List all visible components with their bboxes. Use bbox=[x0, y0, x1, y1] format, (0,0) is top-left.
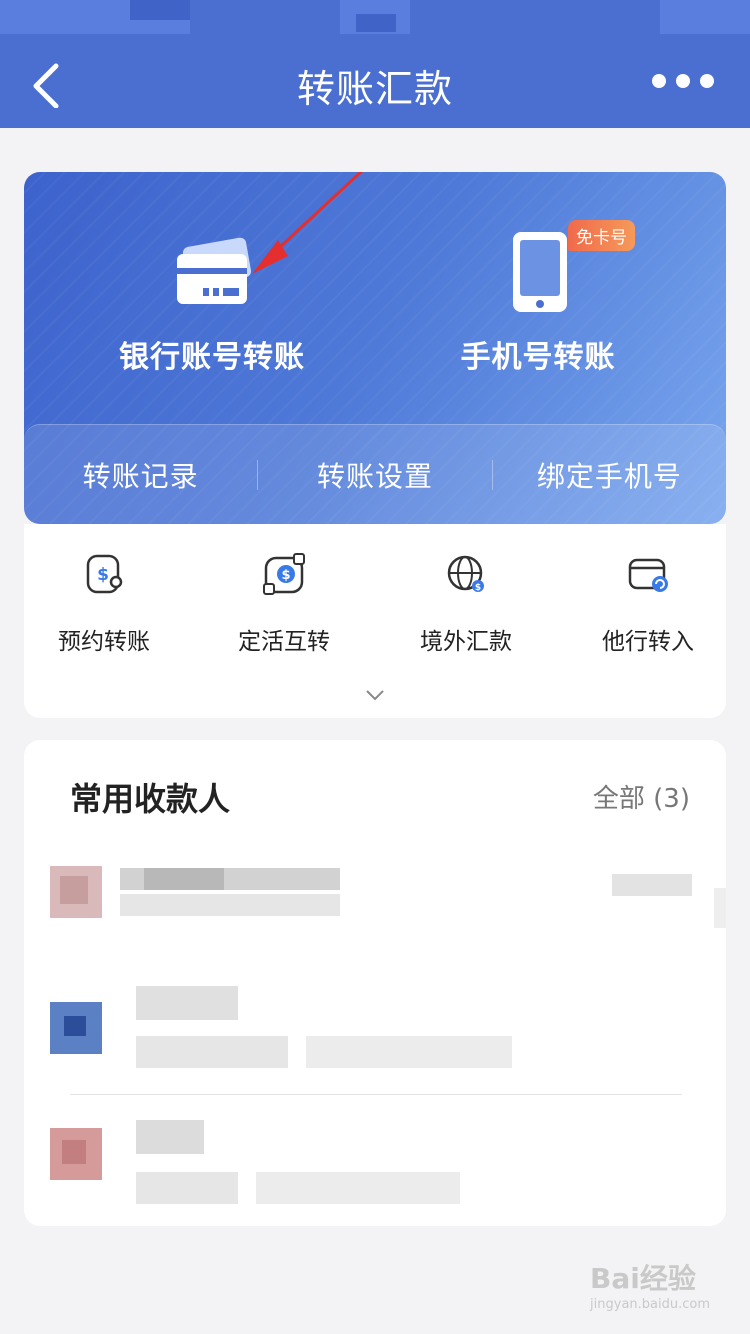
status-bar bbox=[0, 0, 750, 40]
no-card-badge: 免卡号 bbox=[568, 220, 635, 251]
other-bank-transfer-in-icon bbox=[628, 558, 668, 592]
bind-phone-link[interactable]: 绑定手机号 bbox=[493, 455, 726, 495]
other-bank-transfer-in-button[interactable]: 他行转入 bbox=[568, 552, 728, 656]
fixed-current-switch-button[interactable]: $ 定活互转 bbox=[204, 552, 364, 656]
view-all-payees-link[interactable]: 全部 (3) bbox=[593, 778, 690, 815]
overseas-remittance-label: 境外汇款 bbox=[420, 629, 512, 655]
phone-transfer-label: 手机号转账 bbox=[460, 340, 616, 375]
more-dots-icon bbox=[652, 74, 666, 88]
hero-sub-actions: 转账记录 转账设置 绑定手机号 bbox=[24, 424, 726, 524]
transfer-settings-link[interactable]: 转账设置 bbox=[258, 455, 491, 495]
scheduled-transfer-label: 预约转账 bbox=[58, 629, 150, 655]
watermark-logo: Bai经验 jingyan.baidu.com bbox=[590, 1262, 710, 1312]
expand-chevron-icon[interactable] bbox=[365, 688, 385, 702]
payee-row[interactable] bbox=[24, 848, 726, 958]
page-title: 转账汇款 bbox=[296, 67, 453, 111]
divider bbox=[70, 1094, 682, 1095]
fixed-current-switch-label: 定活互转 bbox=[238, 629, 330, 655]
overseas-remittance-button[interactable]: $ 境外汇款 bbox=[386, 552, 546, 656]
payee-row[interactable] bbox=[24, 980, 726, 1090]
frequent-payees-card: 常用收款人 全部 (3) bbox=[24, 740, 726, 1226]
nav-bar: 转账汇款 bbox=[0, 40, 750, 128]
svg-text:$: $ bbox=[475, 583, 481, 593]
overseas-remittance-icon: $ bbox=[447, 555, 484, 593]
fixed-current-switch-icon: $ bbox=[263, 553, 305, 595]
payee-row[interactable] bbox=[24, 1110, 726, 1220]
scheduled-transfer-button[interactable]: $ 预约转账 bbox=[24, 552, 184, 656]
bank-account-transfer-label: 银行账号转账 bbox=[119, 340, 305, 375]
annotation-arrow-icon bbox=[252, 172, 364, 274]
svg-text:$: $ bbox=[281, 568, 290, 583]
transfer-hero-card: 银行账号转账 免卡号 手机号转账 转账记录 转账设置 绑定手机号 bbox=[24, 172, 726, 524]
transfer-records-link[interactable]: 转账记录 bbox=[24, 455, 257, 495]
scheduled-transfer-icon: $ bbox=[86, 554, 123, 594]
more-button[interactable] bbox=[652, 74, 714, 88]
other-bank-transfer-in-label: 他行转入 bbox=[602, 629, 694, 655]
payees-title: 常用收款人 bbox=[70, 780, 231, 818]
svg-text:$: $ bbox=[97, 565, 109, 585]
quick-functions: $ 预约转账 $ 定活互转 $ 境外汇款 他行转入 bbox=[24, 524, 726, 718]
